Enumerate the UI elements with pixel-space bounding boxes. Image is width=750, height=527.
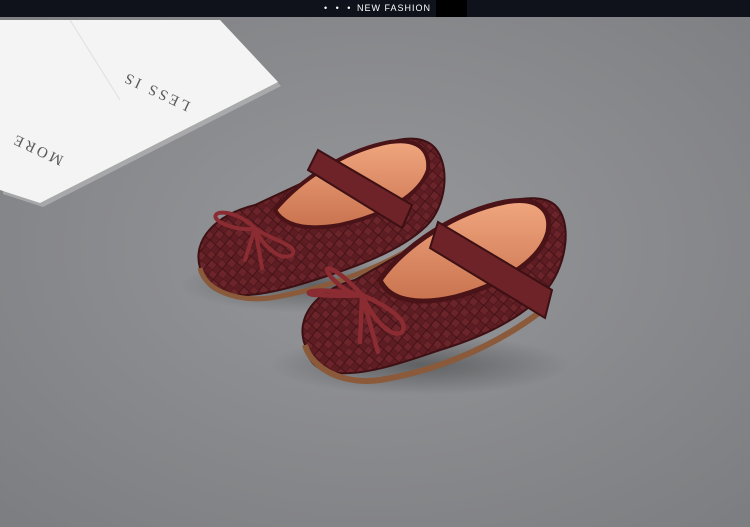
scene <box>0 17 750 527</box>
product-photo: LESS IS MORE • • • NEW FASHION <box>0 0 750 527</box>
banner-block <box>436 0 467 17</box>
top-banner: • • • NEW FASHION <box>0 0 750 17</box>
banner-label: NEW FASHION <box>357 3 432 13</box>
dots-icon: • • • <box>324 3 354 13</box>
